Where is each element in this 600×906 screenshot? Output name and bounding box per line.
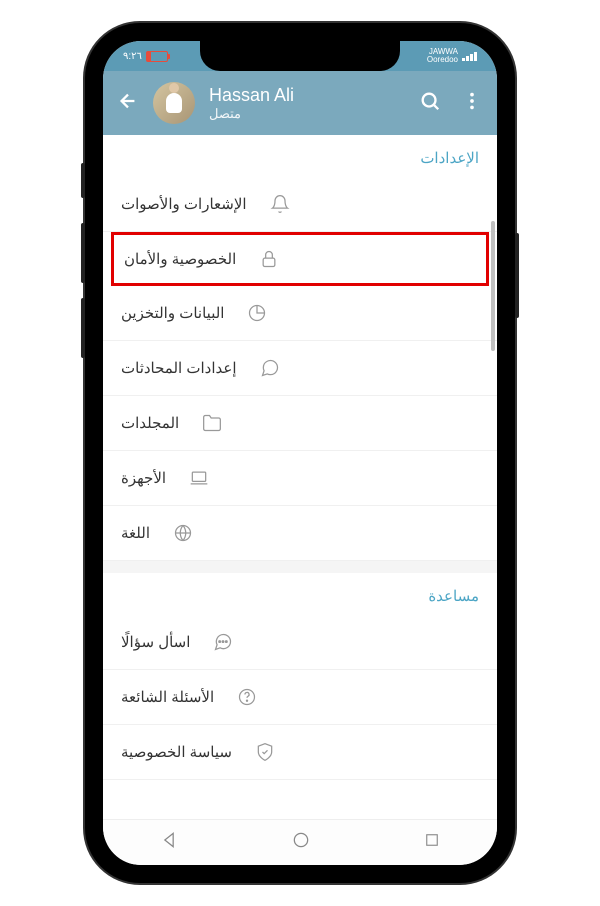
- signal-icon: [462, 52, 477, 61]
- section-gap: [103, 561, 497, 573]
- carrier-2: Ooredoo: [427, 56, 458, 64]
- android-nav-bar: [103, 819, 497, 865]
- nav-home-button[interactable]: [291, 830, 311, 855]
- help-item-ask[interactable]: اسأل سؤالًا: [103, 615, 497, 670]
- settings-label: الخصوصية والأمان: [124, 250, 236, 268]
- message-dots-icon: [212, 631, 234, 653]
- settings-label: المجلدات: [121, 414, 179, 432]
- scroll-indicator: [491, 221, 495, 351]
- screen: ٩:٢٦ JAWWA Ooredoo Hassan Ali: [103, 41, 497, 865]
- globe-icon: [172, 522, 194, 544]
- settings-item-data[interactable]: البيانات والتخزين: [103, 286, 497, 341]
- settings-item-devices[interactable]: الأجهزة: [103, 451, 497, 506]
- settings-content: الإعدادات الإشعارات والأصوات الخصوصية وا…: [103, 135, 497, 780]
- pie-chart-icon: [246, 302, 268, 324]
- battery-icon: [146, 51, 168, 62]
- settings-item-notifications[interactable]: الإشعارات والأصوات: [103, 177, 497, 232]
- question-icon: [236, 686, 258, 708]
- chat-icon: [259, 357, 281, 379]
- shield-check-icon: [254, 741, 276, 763]
- profile-name: Hassan Ali: [209, 85, 405, 106]
- status-time: ٩:٢٦: [123, 51, 142, 62]
- back-button[interactable]: [117, 90, 139, 117]
- notch: [200, 41, 400, 71]
- settings-label: اللغة: [121, 524, 150, 542]
- volume-down-button: [81, 298, 85, 358]
- help-label: الأسئلة الشائعة: [121, 688, 214, 706]
- section-title-settings: الإعدادات: [103, 135, 497, 177]
- app-header: Hassan Ali متصل: [103, 71, 497, 135]
- laptop-icon: [188, 467, 210, 489]
- settings-item-folders[interactable]: المجلدات: [103, 396, 497, 451]
- power-button: [515, 233, 519, 318]
- help-label: سياسة الخصوصية: [121, 743, 232, 761]
- settings-item-chats[interactable]: إعدادات المحادثات: [103, 341, 497, 396]
- side-button: [81, 163, 85, 198]
- settings-label: إعدادات المحادثات: [121, 359, 237, 377]
- avatar[interactable]: [153, 82, 195, 124]
- nav-recent-button[interactable]: [423, 831, 441, 854]
- lock-icon: [258, 248, 280, 270]
- more-button[interactable]: [461, 90, 483, 117]
- search-button[interactable]: [419, 90, 441, 117]
- help-item-privacy-policy[interactable]: سياسة الخصوصية: [103, 725, 497, 780]
- help-label: اسأل سؤالًا: [121, 633, 190, 651]
- section-title-help: مساعدة: [103, 573, 497, 615]
- settings-item-language[interactable]: اللغة: [103, 506, 497, 561]
- help-item-faq[interactable]: الأسئلة الشائعة: [103, 670, 497, 725]
- bell-icon: [269, 193, 291, 215]
- profile-status: متصل: [209, 106, 405, 122]
- settings-item-privacy[interactable]: الخصوصية والأمان: [111, 232, 489, 286]
- phone-frame: ٩:٢٦ JAWWA Ooredoo Hassan Ali: [85, 23, 515, 883]
- volume-up-button: [81, 223, 85, 283]
- settings-label: الأجهزة: [121, 469, 166, 487]
- settings-label: البيانات والتخزين: [121, 304, 224, 322]
- settings-label: الإشعارات والأصوات: [121, 195, 247, 213]
- nav-back-button[interactable]: [159, 830, 179, 855]
- folder-icon: [201, 412, 223, 434]
